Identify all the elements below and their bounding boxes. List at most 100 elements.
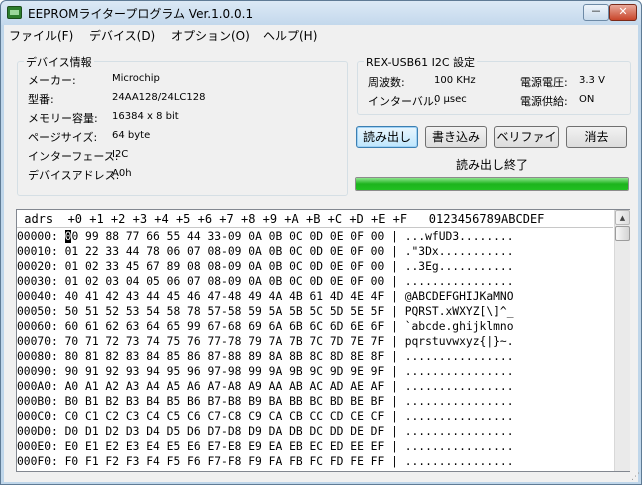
hex-row-address: 000A0: xyxy=(17,380,58,393)
hex-row[interactable]: 00070: 70 71 72 73 74 75 76 77-78 79 7A … xyxy=(17,334,613,349)
menu-device[interactable]: デバイス(D) xyxy=(89,27,155,44)
write-button[interactable]: 書き込み xyxy=(425,126,487,148)
window-title: EEPROMライタープログラム Ver.1.0.0.1 xyxy=(28,7,254,21)
device-address-value: A0h xyxy=(112,168,132,179)
vertical-scrollbar[interactable]: ▲ xyxy=(614,210,630,471)
hex-row-bytes[interactable]: 00 99 88 77 66 55 44 33-09 0A 0B 0C 0D 0… xyxy=(64,230,384,243)
hex-row-bytes[interactable]: C0 C1 C2 C3 C4 C5 C6 C7-C8 C9 CA CB CC C… xyxy=(65,410,385,423)
hex-row-bytes[interactable]: B0 B1 B2 B3 B4 B5 B6 B7-B8 B9 BA BB BC B… xyxy=(65,395,385,408)
scroll-thumb[interactable] xyxy=(615,226,630,241)
hex-row[interactable]: 000A0: A0 A1 A2 A3 A4 A5 A6 A7-A8 A9 AA … xyxy=(17,379,613,394)
status-text: 読み出し終了 xyxy=(455,158,528,172)
menu-bar: ファイル(F) デバイス(D) オプション(O) ヘルプ(H) xyxy=(4,25,638,45)
menu-options[interactable]: オプション(O) xyxy=(171,27,250,44)
hex-view[interactable]: adrs +0 +1 +2 +3 +4 +5 +6 +7 +8 +9 +A +B… xyxy=(16,209,630,472)
hex-ascii-separator: | xyxy=(384,410,405,423)
i2c-settings-group: REX-USB61 I2C 設定 周波数: 100 KHz インターバル: 0 … xyxy=(357,54,631,115)
hex-ascii-separator: | xyxy=(384,290,405,303)
interface-label: インターフェース: xyxy=(28,150,119,163)
hex-rows[interactable]: 00000: 00 99 88 77 66 55 44 33-09 0A 0B … xyxy=(17,229,613,469)
interval-value: 0 μsec xyxy=(434,94,467,105)
hex-row[interactable]: 00050: 50 51 52 53 54 58 78 57-58 59 5A … xyxy=(17,304,613,319)
scroll-up-icon[interactable]: ▲ xyxy=(615,210,630,225)
erase-button[interactable]: 消去 xyxy=(566,126,627,148)
device-address-label: デバイスアドレス: xyxy=(28,169,120,182)
hex-row[interactable]: 000D0: D0 D1 D2 D3 D4 D5 D6 D7-D8 D9 DA … xyxy=(17,424,613,439)
hex-row-address: 00050: xyxy=(17,305,58,318)
hex-row-ascii: @ABCDEFGHIJKaMNO xyxy=(404,290,514,303)
hex-row-bytes[interactable]: 60 61 62 63 64 65 99 67-68 69 6A 6B 6C 6… xyxy=(65,320,385,333)
hex-row[interactable]: 00030: 01 02 03 04 05 06 07 08-09 0A 0B … xyxy=(17,274,613,289)
hex-ascii-separator: | xyxy=(384,365,405,378)
hex-row-bytes[interactable]: D0 D1 D2 D3 D4 D5 D6 D7-D8 D9 DA DB DC D… xyxy=(65,425,385,438)
model-label: 型番: xyxy=(28,93,54,106)
app-window: EEPROMライタープログラム Ver.1.0.0.1 － ✕ ファイル(F) … xyxy=(0,0,642,485)
chip-icon[interactable] xyxy=(7,6,22,19)
hex-row-bytes[interactable]: 40 41 42 43 44 45 46 47-48 49 4A 4B 61 4… xyxy=(65,290,385,303)
device-info-group: デバイス情報 メーカー: Microchip 型番: 24AA128/24LC1… xyxy=(17,54,348,196)
voltage-label: 電源電圧: xyxy=(520,76,568,89)
hex-ascii-separator: | xyxy=(384,320,405,333)
hex-row-bytes[interactable]: 90 91 92 93 94 95 96 97-98 99 9A 9B 9C 9… xyxy=(65,365,385,378)
power-supply-label: 電源供給: xyxy=(520,95,568,108)
maker-value: Microchip xyxy=(112,73,160,84)
hex-row-bytes[interactable]: A0 A1 A2 A3 A4 A5 A6 A7-A8 A9 AA AB AC A… xyxy=(65,380,385,393)
hex-row[interactable]: 00010: 01 22 33 44 78 06 07 08-09 0A 0B … xyxy=(17,244,613,259)
hex-row-bytes[interactable]: F0 F1 F2 F3 F4 F5 F6 F7-F8 F9 FA FB FC F… xyxy=(65,455,385,468)
capacity-label: メモリー容量: xyxy=(28,112,98,125)
hex-row[interactable]: 000C0: C0 C1 C2 C3 C4 C5 C6 C7-C8 C9 CA … xyxy=(17,409,613,424)
page-size-label: ページサイズ: xyxy=(28,131,98,144)
edit-caret: 0 xyxy=(64,230,72,243)
menu-help[interactable]: ヘルプ(H) xyxy=(263,27,317,44)
hex-ascii-separator: | xyxy=(384,275,405,288)
hex-ascii-separator: | xyxy=(384,350,405,363)
hex-row-address: 00060: xyxy=(17,320,58,333)
verify-button[interactable]: ベリファイ xyxy=(494,126,559,148)
interface-value: I2C xyxy=(112,149,129,160)
i2c-settings-title: REX-USB61 I2C 設定 xyxy=(364,54,478,70)
hex-row-ascii: PQRST.xWXYZ[\]^_ xyxy=(404,305,514,318)
hex-row-bytes[interactable]: 50 51 52 53 54 58 78 57-58 59 5A 5B 5C 5… xyxy=(65,305,385,318)
minimize-button[interactable]: － xyxy=(583,4,609,21)
hex-row-address: 00000: xyxy=(17,230,58,243)
resize-grip-icon[interactable]: ⋰ xyxy=(628,471,640,483)
hex-row[interactable]: 00040: 40 41 42 43 44 45 46 47-48 49 4A … xyxy=(17,289,613,304)
hex-row-address: 00010: xyxy=(17,245,58,258)
hex-header: adrs +0 +1 +2 +3 +4 +5 +6 +7 +8 +9 +A +B… xyxy=(17,210,613,228)
hex-row-ascii: ................ xyxy=(404,365,514,378)
hex-row-bytes[interactable]: E0 E1 E2 E3 E4 E5 E6 E7-E8 E9 EA EB EC E… xyxy=(65,440,385,453)
hex-row-ascii: ................ xyxy=(404,275,514,288)
hex-row-bytes[interactable]: 01 02 33 45 67 89 08 08-09 0A 0B 0C 0D 0… xyxy=(65,260,385,273)
hex-ascii-separator: | xyxy=(384,245,405,258)
hex-ascii-separator: | xyxy=(384,455,405,468)
hex-row-ascii: ...wfUD3........ xyxy=(404,230,514,243)
hex-row[interactable]: 00090: 90 91 92 93 94 95 96 97-98 99 9A … xyxy=(17,364,613,379)
hex-row-ascii: ................ xyxy=(404,440,514,453)
hex-row-bytes[interactable]: 80 81 82 83 84 85 86 87-88 89 8A 8B 8C 8… xyxy=(65,350,385,363)
hex-row-address: 00030: xyxy=(17,275,58,288)
maker-label: メーカー: xyxy=(28,74,76,87)
menu-file[interactable]: ファイル(F) xyxy=(9,27,73,44)
model-value: 24AA128/24LC128 xyxy=(112,92,206,103)
hex-row-bytes[interactable]: 01 22 33 44 78 06 07 08-09 0A 0B 0C 0D 0… xyxy=(65,245,385,258)
hex-row-address: 00090: xyxy=(17,365,58,378)
device-info-title: デバイス情報 xyxy=(24,54,94,70)
hex-row[interactable]: 00000: 00 99 88 77 66 55 44 33-09 0A 0B … xyxy=(17,229,613,244)
hex-row[interactable]: 000E0: E0 E1 E2 E3 E4 E5 E6 E7-E8 E9 EA … xyxy=(17,439,613,454)
hex-row-address: 00020: xyxy=(17,260,58,273)
hex-row-ascii: pqrstuvwxyz{|}~. xyxy=(404,335,514,348)
hex-row-ascii: ................ xyxy=(404,380,514,393)
hex-ascii-separator: | xyxy=(384,440,405,453)
hex-row-bytes[interactable]: 70 71 72 73 74 75 76 77-78 79 7A 7B 7C 7… xyxy=(65,335,385,348)
hex-row[interactable]: 00020: 01 02 33 45 67 89 08 08-09 0A 0B … xyxy=(17,259,613,274)
frequency-value: 100 KHz xyxy=(434,75,476,86)
close-button[interactable]: ✕ xyxy=(609,4,637,21)
hex-row-bytes[interactable]: 01 02 03 04 05 06 07 08-09 0A 0B 0C 0D 0… xyxy=(65,275,385,288)
hex-row[interactable]: 000F0: F0 F1 F2 F3 F4 F5 F6 F7-F8 F9 FA … xyxy=(17,454,613,469)
hex-row[interactable]: 00080: 80 81 82 83 84 85 86 87-88 89 8A … xyxy=(17,349,613,364)
hex-row[interactable]: 00060: 60 61 62 63 64 65 99 67-68 69 6A … xyxy=(17,319,613,334)
progress-fill xyxy=(356,178,628,190)
read-button[interactable]: 読み出し xyxy=(356,126,418,148)
hex-row[interactable]: 000B0: B0 B1 B2 B3 B4 B5 B6 B7-B8 B9 BA … xyxy=(17,394,613,409)
title-bar[interactable]: EEPROMライタープログラム Ver.1.0.0.1 － ✕ xyxy=(1,1,641,25)
